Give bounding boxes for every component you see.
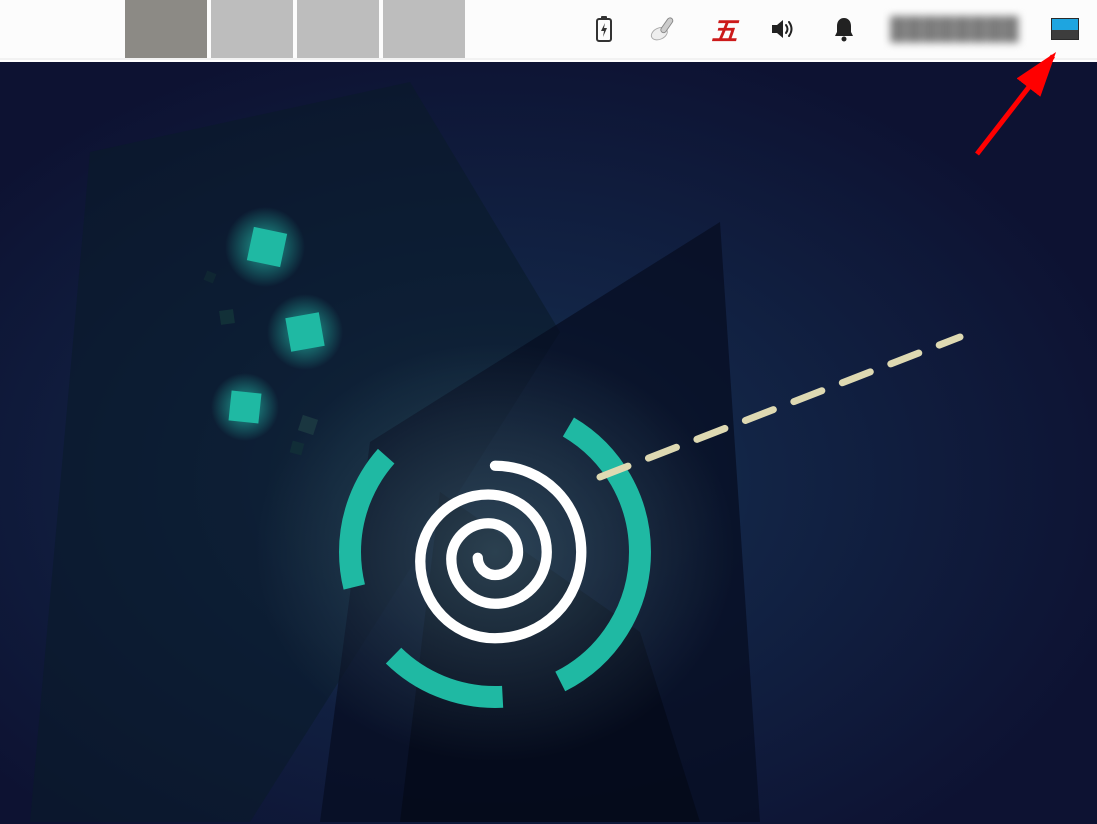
workspace-2[interactable] [211, 0, 293, 58]
ime-indicator-icon[interactable]: 五 [710, 15, 738, 43]
notifications-icon[interactable] [830, 15, 858, 43]
volume-icon[interactable] [770, 15, 798, 43]
show-desktop-button[interactable] [1051, 18, 1079, 40]
workspace-4[interactable] [383, 0, 465, 58]
ime-label: 五 [711, 11, 737, 48]
system-tray: 五 ████████ [590, 0, 1079, 58]
workspace-switcher [125, 0, 469, 58]
battery-icon[interactable] [590, 15, 618, 43]
desktop-wallpaper[interactable] [0, 62, 1097, 824]
wallpaper-graphic [0, 62, 1097, 824]
top-panel: 五 ████████ [0, 0, 1097, 60]
workspace-1[interactable] [125, 0, 207, 58]
user-area[interactable]: ████████ [890, 16, 1019, 42]
workspace-3[interactable] [297, 0, 379, 58]
input-tool-icon[interactable] [650, 15, 678, 43]
